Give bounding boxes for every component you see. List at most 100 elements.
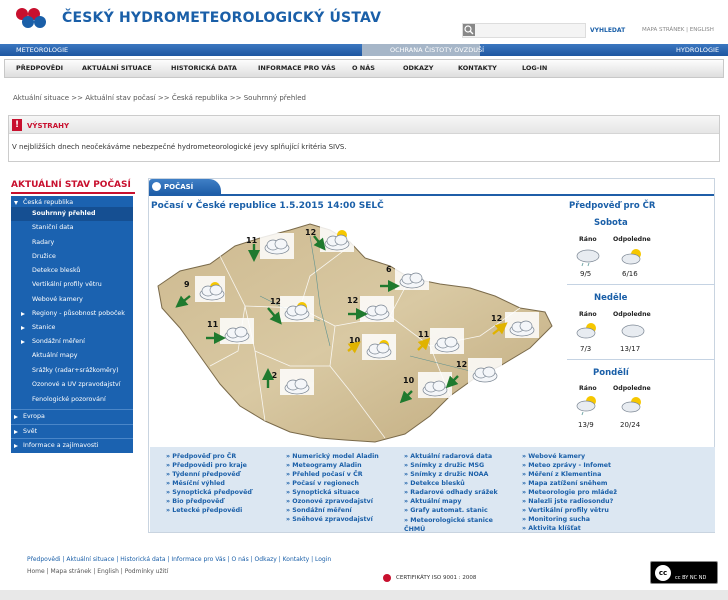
link-item[interactable]: » Webové kamery <box>522 453 585 460</box>
link-item[interactable]: » Předpověď pro ČR <box>166 453 236 460</box>
band-ochrana-ovzdusi[interactable]: OCHRANA ČISTOTY OVZDUŠÍ <box>390 46 484 54</box>
link-item[interactable]: » Aktuální mapy <box>404 498 461 505</box>
breadcrumb[interactable]: Aktuální situace >> Aktuální stav počasí… <box>13 94 306 102</box>
sidebar-item-regiony[interactable]: Regiony - působnost poboček <box>11 307 133 321</box>
header: ČESKÝ HYDROMETEOROLOGICKÝ ÚSTAV <box>0 0 728 44</box>
link-item[interactable]: » Ozonové zpravodajství <box>286 498 373 505</box>
nav-predpovedi[interactable]: PŘEDPOVĚDI <box>16 64 63 72</box>
sidebar-item-detekce-blesku[interactable]: Detekce blesků <box>11 264 133 278</box>
forecast-temp-morning: 7/3 <box>580 345 592 353</box>
nav-o-nas[interactable]: O NÁS <box>352 64 375 72</box>
link-item[interactable]: » Sondážní měření <box>286 507 352 514</box>
forecast-day-3: Pondělí <box>593 368 629 378</box>
band-hydrologie[interactable]: HYDROLOGIE <box>676 46 719 54</box>
link-item[interactable]: » Meteorologické stanice ČHMÚ <box>404 516 508 534</box>
link-item[interactable]: » Numerický model Aladin <box>286 453 379 460</box>
link-item[interactable]: » Měsíční výhled <box>166 480 225 487</box>
link-item[interactable]: » Grafy automat. stanic <box>404 507 488 514</box>
cc-license-text: cc BY NC ND <box>675 575 707 581</box>
link-item[interactable]: » Synoptická situace <box>286 489 359 496</box>
panel-rule <box>149 194 714 196</box>
link-item[interactable]: » Přehled počasí v ČR <box>286 471 363 478</box>
sidebar-title: AKTUÁLNÍ STAV POČASÍ <box>11 180 135 194</box>
sidebar-item-svet[interactable]: Svět <box>11 424 133 438</box>
forecast-temp-afternoon: 20/24 <box>620 421 641 429</box>
forecast-label-morning: Ráno <box>579 236 597 243</box>
link-item[interactable]: » Snímky z družic MSG <box>404 462 484 469</box>
footer-nav[interactable]: Předpovědi | Aktuální situace | Historic… <box>27 556 331 563</box>
nav-aktualni-situace[interactable]: AKTUÁLNÍ SITUACE <box>82 64 152 72</box>
forecast-label-afternoon: Odpoledne <box>613 236 651 243</box>
globe-icon <box>152 182 161 191</box>
nav-log-in[interactable]: LOG-IN <box>522 64 547 72</box>
warning-text: V nejbližších dnech neočekáváme nebezpeč… <box>12 143 347 151</box>
sidebar-item-fenologicke[interactable]: Fenologické pozorování <box>11 393 133 407</box>
search-input[interactable] <box>462 23 586 38</box>
forecast-title[interactable]: Předpověď pro ČR <box>569 201 655 211</box>
nav-historicka-data[interactable]: HISTORICKÁ DATA <box>171 64 237 72</box>
warning-title[interactable]: VÝSTRAHY <box>27 122 69 130</box>
sidebar-item-druzice[interactable]: Družice <box>11 250 133 264</box>
sun-cloud-icon <box>576 323 596 339</box>
nav-kontakty[interactable]: KONTAKTY <box>458 64 497 72</box>
sidebar-item-evropa[interactable]: Evropa <box>11 409 133 423</box>
forecast-label-afternoon: Odpoledne <box>613 311 651 318</box>
sidebar-item-souhrnny-prehled[interactable]: Souhrnný přehled <box>11 207 133 221</box>
link-item[interactable]: » Synoptická předpověď <box>166 489 252 496</box>
sidebar-item-webove-kamery[interactable]: Webové kamery <box>11 293 133 307</box>
link-item[interactable]: » Mapa zatížení sněhem <box>522 480 607 487</box>
link-item[interactable]: » Detekce blesků <box>404 480 465 487</box>
link-item[interactable]: » Měření z Klementina <box>522 471 601 478</box>
link-item[interactable]: » Snímky z družic NOAA <box>404 471 488 478</box>
sidebar-item-srazky[interactable]: Srážky (radar+srážkoměry) <box>11 364 133 378</box>
link-item[interactable]: » Monitoring sucha <box>522 516 590 523</box>
link-item[interactable]: » Meteo zprávy - Infomet <box>522 462 611 469</box>
cloud-icon <box>621 324 645 338</box>
sidebar-item-radary[interactable]: Radary <box>11 236 133 250</box>
sidebar-item-vertikalni-profily[interactable]: Vertikální profily větru <box>11 278 133 292</box>
forecast-temp-morning: 13/9 <box>578 421 594 429</box>
link-item[interactable]: » Bio předpověď <box>166 498 224 505</box>
sidebar-item-sondazni-mereni[interactable]: Sondážní měření <box>11 335 133 349</box>
forecast-divider <box>567 284 715 285</box>
map-title: Počasí v České republice 1.5.2015 14:00 … <box>151 201 384 211</box>
band-meteorologie[interactable]: METEOROLOGIE <box>16 46 68 54</box>
link-item[interactable]: » Meteogramy Aladin <box>286 462 362 469</box>
link-item[interactable]: » Počasí v regionech <box>286 480 359 487</box>
link-item[interactable]: » Aktivita klíšťat <box>522 525 581 532</box>
link-item[interactable]: » Letecké předpovědi <box>166 507 242 514</box>
link-item[interactable]: » Předpovědi pro kraje <box>166 462 247 469</box>
link-item[interactable]: » Sněhové zpravodajství <box>286 516 373 523</box>
sidebar-item-stanicni-data[interactable]: Staniční data <box>11 221 133 235</box>
chmu-logo-icon[interactable] <box>14 4 50 32</box>
sun-cloud-icon <box>621 249 641 265</box>
nav-informace-pro-vas[interactable]: INFORMACE PRO VÁS <box>258 64 336 72</box>
creative-commons-badge[interactable]: cc cc BY NC ND <box>650 561 718 584</box>
forecast-day-2: Neděle <box>594 293 628 303</box>
footer-bar <box>0 590 728 600</box>
nav-odkazy[interactable]: ODKAZY <box>403 64 433 72</box>
sun-cloud-icon <box>621 397 641 413</box>
forecast-label-afternoon: Odpoledne <box>613 385 651 392</box>
certificate-logo-icon <box>383 574 391 582</box>
sidebar-item-stanice[interactable]: Stanice <box>11 321 133 335</box>
cc-icon: cc <box>655 565 671 581</box>
search-button[interactable]: VYHLEDAT <box>590 27 625 34</box>
station-markers <box>175 226 539 404</box>
link-item[interactable]: » Nalezli jste radiosondu? <box>522 498 613 505</box>
link-item[interactable]: » Aktuální radarová data <box>404 453 492 460</box>
sidebar-item-ozonove-uv[interactable]: Ozonové a UV zpravodajství <box>11 378 133 392</box>
site-title[interactable]: ČESKÝ HYDROMETEOROLOGICKÝ ÚSTAV <box>62 10 381 26</box>
link-item[interactable]: » Radarové odhady srážek <box>404 489 498 496</box>
warning-header <box>9 116 719 134</box>
forecast-divider <box>567 359 715 360</box>
link-item[interactable]: » Vertikální profily větru <box>522 507 609 514</box>
footer-links[interactable]: Home | Mapa stránek | English | Podmínky… <box>27 568 168 575</box>
sidebar-item-aktualni-mapy[interactable]: Aktuální mapy <box>11 349 133 363</box>
forecast-temp-afternoon: 13/17 <box>620 345 641 353</box>
sidebar-item-informace[interactable]: Informace a zajímavosti <box>11 438 133 452</box>
certificate-text[interactable]: CERTIFIKÁTY ISO 9001 : 2008 <box>396 575 476 581</box>
link-item[interactable]: » Meteorologie pro mládež <box>522 489 617 496</box>
header-links[interactable]: MAPA STRÁNEK | ENGLISH <box>642 27 714 33</box>
link-item[interactable]: » Týdenní předpověď <box>166 471 240 478</box>
